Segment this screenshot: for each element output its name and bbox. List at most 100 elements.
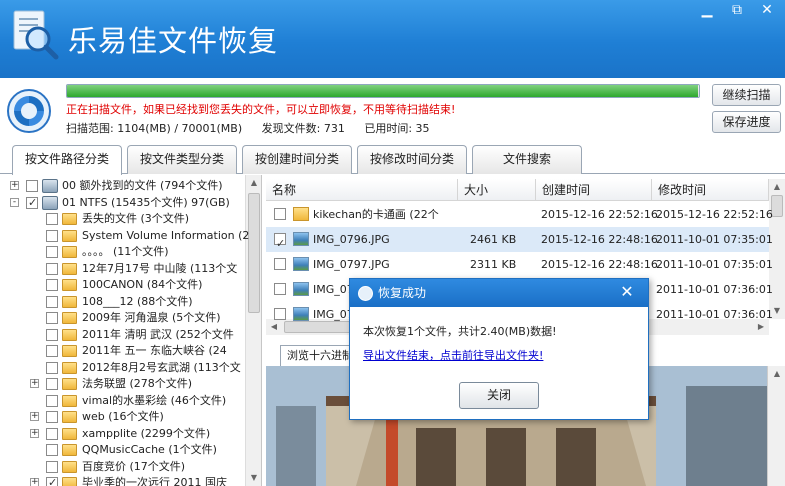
tree-item[interactable]: 100CANON (84个文件) <box>0 277 245 293</box>
file-modified: 2011-10-01 07:36:01 <box>656 308 773 321</box>
tree-item[interactable]: 2012年8月2号玄武湖 (113个文 <box>0 360 245 376</box>
tree-item[interactable]: 丢失的文件 (3个文件) <box>0 211 245 227</box>
expand-icon[interactable]: + <box>30 428 39 438</box>
tree-item[interactable]: vimal的水墨彩绘 (46个文件) <box>0 393 245 409</box>
drive-icon <box>42 195 58 210</box>
tree-item[interactable]: + xampplite (2299个文件) <box>0 426 245 442</box>
column-name[interactable]: 名称 <box>266 179 458 201</box>
expand-icon[interactable]: + <box>10 181 19 190</box>
tab-by-created[interactable]: 按创建时间分类 <box>242 145 352 174</box>
tree-item-checkbox[interactable] <box>26 195 38 211</box>
row-checkbox[interactable] <box>274 258 286 270</box>
folder-tree[interactable]: ▲ ▼ +00 额外找到的文件 (794个文件) - 01 NTFS (15435个… <box>0 175 262 486</box>
tree-item[interactable]: + web (16个文件) <box>0 409 245 425</box>
tree-item-checkbox[interactable] <box>46 444 58 456</box>
tree-item-label: xampplite (2299个文件) <box>82 426 211 440</box>
folder-icon <box>62 279 77 291</box>
tree-item[interactable]: - 01 NTFS (15435个文件) 97(GB) <box>0 195 245 211</box>
expand-icon[interactable]: + <box>30 412 39 421</box>
file-created: 2015-12-16 22:48:16 <box>541 233 658 246</box>
scroll-up-icon[interactable]: ▲ <box>246 175 261 191</box>
tree-item-checkbox[interactable] <box>46 262 58 275</box>
tree-item-checkbox[interactable] <box>46 378 58 390</box>
close-button[interactable]: ✕ <box>752 0 782 20</box>
tree-item-checkbox[interactable] <box>46 361 58 374</box>
dialog-close-icon[interactable]: ✕ <box>612 279 642 307</box>
minimize-button[interactable]: ▁ <box>692 0 722 20</box>
tree-item-checkbox[interactable] <box>46 345 58 357</box>
tree-item[interactable]: 。。。。 (11个文件) <box>0 244 245 260</box>
list-header: 名称 大小 创建时间 修改时间 <box>266 179 769 201</box>
tree-item-checkbox[interactable] <box>46 328 58 341</box>
file-created: 2015-12-16 22:52:16 <box>541 208 658 221</box>
tab-by-path[interactable]: 按文件路径分类 <box>12 145 122 175</box>
open-export-folder-link[interactable]: 导出文件结束，点击前往导出文件夹! <box>363 347 543 363</box>
scroll-up-icon[interactable]: ▲ <box>769 366 785 382</box>
tree-item-checkbox[interactable] <box>46 312 58 324</box>
file-modified: 2011-10-01 07:35:01 <box>656 233 773 246</box>
tree-item-label: vimal的水墨彩绘 (46个文件) <box>82 393 227 407</box>
tree-item[interactable]: + 法务联盟 (278个文件) <box>0 376 245 392</box>
tree-item-label: web (16个文件) <box>82 410 164 423</box>
tree-item[interactable]: + 毕业季的一次远行 2011 国庆 <box>0 475 245 486</box>
tree-item[interactable]: +00 额外找到的文件 (794个文件) <box>0 178 245 194</box>
tree-item-checkbox[interactable] <box>46 246 58 258</box>
image-file-icon <box>293 282 309 296</box>
tree-item[interactable]: 2011年 清明 武汉 (252个文件 <box>0 327 245 343</box>
tab-by-modified[interactable]: 按修改时间分类 <box>357 145 467 174</box>
tab-hex-view[interactable]: 浏览十六进制 <box>280 345 350 367</box>
tree-item[interactable]: 108___12 (88个文件) <box>0 294 245 310</box>
tree-item-label: 01 NTFS (15435个文件) 97(GB) <box>62 195 230 209</box>
continue-scan-button[interactable]: 继续扫描 <box>712 84 781 106</box>
tree-scrollbar[interactable]: ▲ ▼ <box>245 175 261 486</box>
tree-item-label: 丢失的文件 (3个文件) <box>82 212 190 225</box>
table-row[interactable]: kikechan的卡通画 (22个 2015-12-16 22:52:16 2015… <box>266 202 773 227</box>
tree-item-label: 2011年 五一 东临大峡谷 (24 <box>82 344 227 357</box>
column-created[interactable]: 创建时间 <box>536 179 652 201</box>
tree-item[interactable]: 2009年 河角温泉 (5个文件) <box>0 310 245 326</box>
scroll-up-icon[interactable]: ▲ <box>769 179 785 195</box>
elapsed-time: 已用时间: 35 <box>364 122 430 135</box>
tree-item[interactable]: System Volume Information (2 <box>0 228 249 244</box>
folder-icon <box>62 427 77 440</box>
save-progress-button[interactable]: 保存进度 <box>712 111 781 133</box>
tree-item-checkbox[interactable] <box>46 295 58 308</box>
row-checkbox[interactable] <box>274 231 286 256</box>
dialog-close-button[interactable]: 关闭 <box>459 382 539 409</box>
tab-by-type[interactable]: 按文件类型分类 <box>127 145 237 174</box>
tree-scroll-thumb[interactable] <box>248 193 260 313</box>
collapse-icon[interactable]: - <box>10 197 19 207</box>
column-size[interactable]: 大小 <box>458 179 536 201</box>
tree-item-label: 12年7月17号 中山陵 (113个文 <box>82 261 238 275</box>
tree-item[interactable]: QQMusicCache (1个文件) <box>0 442 245 458</box>
preview-scrollbar[interactable]: ▲ <box>767 366 785 486</box>
tree-item-checkbox[interactable] <box>26 180 38 192</box>
row-checkbox[interactable] <box>274 308 286 320</box>
tree-item-checkbox[interactable] <box>46 475 58 486</box>
row-checkbox[interactable] <box>274 283 286 295</box>
table-row[interactable]: IMG_0796.JPG 2461 KB 2015-12-16 22:48:1620… <box>266 227 773 256</box>
tree-item-checkbox[interactable] <box>46 394 58 407</box>
folder-icon <box>293 207 309 221</box>
tree-item-label: 法务联盟 (278个文件) <box>82 377 193 390</box>
tree-item-checkbox[interactable] <box>46 460 58 473</box>
tree-item-checkbox[interactable] <box>46 279 58 291</box>
column-modified[interactable]: 修改时间 <box>652 179 769 201</box>
tree-item[interactable]: 2011年 五一 东临大峡谷 (24 <box>0 343 245 359</box>
restore-button[interactable]: ⧉ <box>722 0 752 20</box>
file-created: 2015-12-16 22:48:16 <box>541 258 658 271</box>
expand-icon[interactable]: + <box>30 379 39 388</box>
tree-item-checkbox[interactable] <box>46 411 58 423</box>
folder-icon <box>62 246 77 258</box>
tab-file-search[interactable]: 文件搜索 <box>472 145 582 174</box>
tree-item-checkbox[interactable] <box>46 229 58 242</box>
tree-item-checkbox[interactable] <box>46 427 58 440</box>
tree-item-checkbox[interactable] <box>46 213 58 225</box>
recovery-success-dialog: 恢复成功 ✕ 本次恢复1个文件，共计2.40(MB)数据! 导出文件结束，点击前… <box>349 278 649 420</box>
table-row[interactable]: IMG_0797.JPG 2311 KB 2015-12-16 22:48:16 20… <box>266 252 773 277</box>
scroll-down-icon[interactable]: ▼ <box>246 470 261 486</box>
expand-icon[interactable]: + <box>30 478 39 486</box>
tree-item[interactable]: 百度竞价 (17个文件) <box>0 459 245 475</box>
row-checkbox[interactable] <box>274 208 286 220</box>
tree-item[interactable]: 12年7月17号 中山陵 (113个文 <box>0 261 245 277</box>
